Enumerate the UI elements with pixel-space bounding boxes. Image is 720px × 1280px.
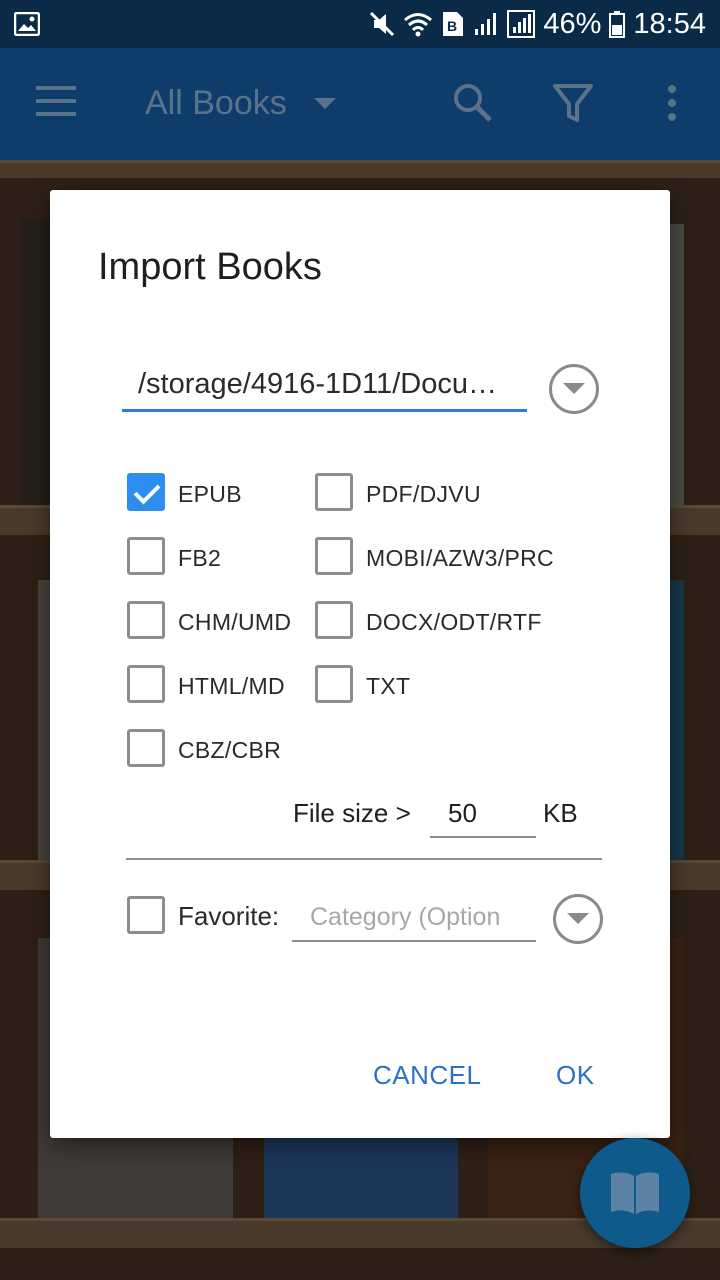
docx-odt-rtf-checkbox[interactable]	[315, 601, 353, 639]
txt-label: TXT	[366, 673, 411, 699]
shelf-plank	[0, 160, 720, 178]
favorite-checkbox[interactable]	[127, 896, 165, 934]
docx-odt-rtf-label: DOCX/ODT/RTF	[366, 609, 542, 635]
chm-umd-checkbox[interactable]	[127, 601, 165, 639]
signal-icon-2	[507, 10, 536, 38]
cbz-cbr-checkbox[interactable]	[127, 729, 165, 767]
category-dropdown-icon[interactable]	[553, 894, 603, 944]
svg-text:B: B	[447, 18, 457, 34]
folder-path-field[interactable]: /storage/4916-1D11/Docu…	[122, 366, 527, 412]
battery-percent: 46%	[543, 7, 602, 40]
signal-icon	[475, 13, 497, 35]
dialog-title: Import Books	[98, 246, 322, 288]
epub-checkbox[interactable]	[127, 473, 165, 511]
search-icon[interactable]	[450, 80, 496, 126]
file-size-label: File size >	[293, 798, 411, 828]
data-saver-icon: B	[443, 12, 464, 36]
status-bar: B 46% 18:54	[0, 0, 720, 48]
divider	[126, 858, 602, 860]
pdf-djvu-checkbox[interactable]	[315, 473, 353, 511]
open-reader-button[interactable]	[580, 1138, 690, 1248]
fb2-label: FB2	[178, 545, 222, 571]
cancel-button[interactable]: CANCEL	[373, 1060, 481, 1091]
cbz-cbr-label: CBZ/CBR	[178, 737, 282, 763]
epub-label: EPUB	[178, 481, 242, 507]
pdf-djvu-label: PDF/DJVU	[366, 481, 481, 507]
folder-dropdown-icon[interactable]	[549, 364, 599, 414]
wifi-icon	[404, 13, 433, 37]
favorite-label: Favorite:	[178, 901, 280, 931]
html-md-label: HTML/MD	[178, 673, 285, 699]
mute-icon	[370, 11, 395, 37]
battery-icon	[609, 11, 626, 38]
file-size-input[interactable]: 50	[430, 790, 536, 838]
category-input[interactable]: Category (Option	[292, 894, 536, 942]
fb2-checkbox[interactable]	[127, 537, 165, 575]
clock: 18:54	[633, 7, 706, 40]
mobi-azw3-prc-label: MOBI/AZW3/PRC	[366, 545, 554, 571]
ok-button[interactable]: OK	[556, 1060, 595, 1091]
html-md-checkbox[interactable]	[127, 665, 165, 703]
filter-icon[interactable]	[550, 80, 596, 126]
txt-checkbox[interactable]	[315, 665, 353, 703]
menu-icon[interactable]	[36, 86, 76, 120]
image-icon	[14, 12, 40, 36]
library-selector[interactable]: All Books	[145, 84, 287, 123]
more-icon[interactable]	[649, 80, 695, 126]
book-icon	[611, 1172, 659, 1214]
app-bar: All Books	[0, 48, 720, 160]
import-books-dialog: Import Books /storage/4916-1D11/Docu… EP…	[50, 190, 670, 1138]
file-size-unit: KB	[543, 798, 578, 828]
chm-umd-label: CHM/UMD	[178, 609, 292, 635]
mobi-azw3-prc-checkbox[interactable]	[315, 537, 353, 575]
chevron-down-icon[interactable]	[314, 98, 336, 109]
